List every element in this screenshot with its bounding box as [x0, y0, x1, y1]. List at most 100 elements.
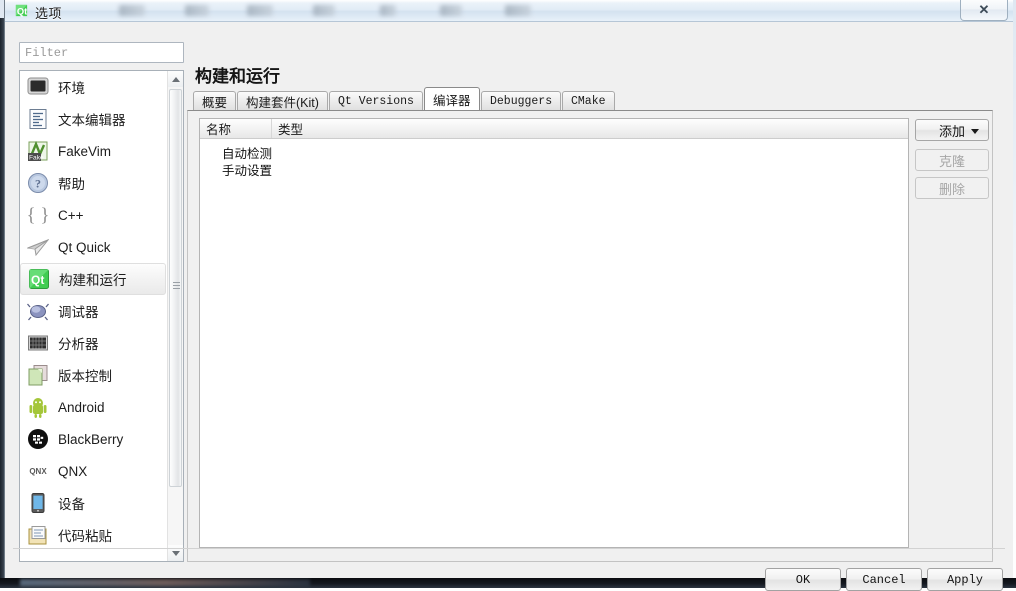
- monitor-icon: [27, 76, 49, 98]
- sidebar-scrollbar[interactable]: [167, 71, 183, 561]
- blurred-background-text: [313, 5, 335, 16]
- tab-label: Debuggers: [490, 94, 553, 108]
- page-title: 构建和运行: [195, 67, 280, 86]
- braces-icon: { }: [27, 204, 50, 226]
- clipboard-icon: [27, 524, 49, 546]
- sidebar-item-label: FakeVim: [58, 143, 112, 159]
- dialog-titlebar: Qt 选项 ✕: [5, 0, 1013, 22]
- sidebar-item-1[interactable]: 环境: [20, 71, 168, 103]
- tab-bar: 概要 构建套件(Kit) Qt Versions 编译器 Debuggers CMake: [193, 87, 993, 110]
- table-row[interactable]: 手动设置: [200, 161, 908, 178]
- settings-category-list: 环境 文本编辑器 Fake FakeVim ? 帮助 { } C++ Qt Quick: [19, 70, 184, 562]
- blurred-background-text: [185, 5, 209, 16]
- sidebar-item-label: 设备: [58, 497, 85, 512]
- sidebar-item-4[interactable]: ? 帮助: [20, 167, 168, 199]
- cell-name: 手动设置: [222, 164, 273, 178]
- chevron-down-icon: [971, 129, 979, 134]
- qt-logo-icon: Qt: [15, 4, 27, 16]
- sidebar-item-3[interactable]: Fake FakeVim: [20, 135, 168, 167]
- table-header-row: 名称 类型: [200, 119, 908, 139]
- tab-1[interactable]: 概要: [193, 91, 237, 110]
- sidebar-item-11[interactable]: Android: [20, 391, 168, 423]
- clone-button[interactable]: 克隆: [915, 149, 989, 171]
- sidebar-item-14[interactable]: 设备: [20, 487, 168, 519]
- sidebar-item-label: 构建和运行: [59, 273, 127, 288]
- sidebar-item-label: 文本编辑器: [58, 113, 126, 128]
- column-header-name[interactable]: 名称: [200, 119, 272, 138]
- blurred-background-text: [440, 5, 462, 16]
- svg-text:Qt: Qt: [17, 6, 27, 16]
- sidebar-item-label: 分析器: [58, 337, 99, 352]
- sidebar-item-label: Qt Quick: [58, 239, 111, 255]
- footer-divider: [13, 548, 1005, 549]
- sidebar-item-12[interactable]: BlackBerry: [20, 423, 168, 455]
- sidebar-item-6[interactable]: Qt Quick: [20, 231, 168, 263]
- blurred-background-text: [505, 5, 531, 16]
- analyzer-grid-icon: [27, 332, 49, 354]
- svg-text:Qt: Qt: [31, 273, 44, 287]
- sidebar-item-label: 环境: [58, 81, 85, 96]
- sidebar-item-8[interactable]: 调试器: [20, 295, 168, 327]
- help-question-icon: ?: [27, 172, 49, 194]
- add-button-label: 添加: [938, 123, 965, 139]
- settings-category-items: 环境 文本编辑器 Fake FakeVim ? 帮助 { } C++ Qt Quick: [20, 71, 168, 561]
- background-taskbar-glow: [20, 579, 310, 586]
- svg-text:QNX: QNX: [29, 467, 47, 476]
- tab-label: CMake: [571, 94, 606, 108]
- sidebar-item-label: Android: [58, 399, 105, 415]
- sidebar-item-label: 帮助: [58, 177, 85, 192]
- blurred-background-text: [119, 5, 145, 16]
- sidebar-item-7[interactable]: Qt 构建和运行: [20, 263, 166, 295]
- delete-button[interactable]: 删除: [915, 177, 989, 199]
- scrollbar-thumb[interactable]: [169, 89, 182, 487]
- paper-plane-icon: [26, 236, 50, 258]
- tab-label: 概要: [202, 95, 228, 110]
- qt-build-icon: Qt: [28, 268, 50, 290]
- sidebar-item-label: QNX: [58, 463, 88, 479]
- dialog-body: 环境 文本编辑器 Fake FakeVim ? 帮助 { } C++ Qt Quick: [5, 22, 1013, 591]
- table-rows: 自动检测手动设置: [200, 139, 908, 178]
- tab-5[interactable]: Debuggers: [481, 91, 562, 110]
- sidebar-item-13[interactable]: QNX QNX: [20, 455, 168, 487]
- titlebar-sheen: [5, 0, 1013, 3]
- text-document-icon: [27, 108, 49, 130]
- sidebar-item-9[interactable]: 分析器: [20, 327, 168, 359]
- sidebar-item-label: 版本控制: [58, 369, 112, 384]
- svg-text:Fake: Fake: [29, 155, 44, 162]
- close-icon: ✕: [978, 1, 990, 17]
- bug-icon: [27, 300, 49, 322]
- sidebar-item-label: 代码粘贴: [58, 529, 112, 544]
- scroll-up-arrow-icon[interactable]: [168, 71, 183, 87]
- blackberry-icon: [27, 428, 49, 450]
- tab-2[interactable]: 构建套件(Kit): [237, 91, 328, 110]
- tab-label: 编译器: [433, 93, 471, 108]
- sidebar-item-5[interactable]: { } C++: [20, 199, 168, 231]
- add-button[interactable]: 添加: [915, 119, 989, 141]
- delete-button-label: 删除: [938, 181, 965, 197]
- tab-6[interactable]: CMake: [562, 91, 615, 110]
- sidebar-item-label: C++: [58, 207, 84, 223]
- sidebar-item-15[interactable]: 代码粘贴: [20, 519, 168, 551]
- sidebar-item-2[interactable]: 文本编辑器: [20, 103, 168, 135]
- clone-button-label: 克隆: [938, 153, 965, 169]
- blurred-background-text: [380, 5, 396, 16]
- column-header-type[interactable]: 类型: [272, 119, 908, 138]
- qnx-icon: QNX: [27, 460, 49, 482]
- tab-4[interactable]: 编译器: [424, 87, 480, 110]
- scrollbar-grip-icon: [173, 282, 180, 289]
- tab-3[interactable]: Qt Versions: [329, 91, 423, 110]
- close-button[interactable]: ✕: [960, 0, 1008, 21]
- sidebar-item-10[interactable]: 版本控制: [20, 359, 168, 391]
- blurred-background-text: [247, 5, 273, 16]
- filter-input[interactable]: [19, 42, 184, 63]
- compiler-table: 名称 类型 自动检测手动设置: [199, 118, 909, 548]
- tab-label: Qt Versions: [338, 94, 414, 108]
- options-dialog: Qt 选项 ✕ 环境 文本编辑器: [4, 0, 1013, 591]
- tablet-device-icon: [27, 492, 49, 514]
- sidebar-item-label: BlackBerry: [58, 431, 124, 447]
- table-row[interactable]: 自动检测: [200, 144, 908, 161]
- dialog-title: 选项: [35, 6, 63, 21]
- fakevim-icon: Fake: [27, 140, 49, 162]
- android-robot-icon: [27, 396, 49, 418]
- svg-text:?: ?: [35, 177, 41, 191]
